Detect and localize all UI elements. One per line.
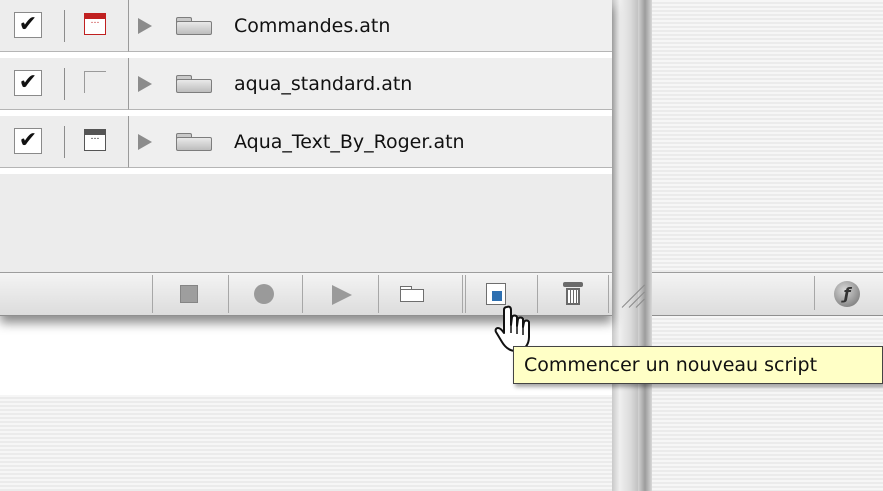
toggle-cells: ✔ …: [0, 116, 128, 168]
play-icon[interactable]: [332, 285, 352, 305]
toggle-checkbox[interactable]: ✔: [14, 12, 42, 38]
folder-icon: [176, 17, 212, 35]
toggle-checkbox[interactable]: ✔: [14, 70, 42, 96]
toggle-cells: ✔: [0, 58, 128, 110]
dialog-red-icon[interactable]: …: [84, 13, 106, 35]
toolbar-divider: [462, 275, 463, 313]
toggle-cells: ✔ …: [0, 0, 128, 52]
cell-divider: [64, 10, 65, 42]
action-set-list: ✔ … Commandes.atn ✔ aqua_standard.atn ✔: [0, 0, 612, 272]
list-item[interactable]: ✔ … Aqua_Text_By_Roger.atn: [0, 116, 612, 168]
folder-icon: [176, 133, 212, 151]
action-set-name: Commandes.atn: [234, 15, 391, 37]
list-item[interactable]: ✔ aqua_standard.atn: [0, 58, 612, 110]
action-set-name: aqua_standard.atn: [234, 73, 413, 95]
new-script-icon[interactable]: [486, 283, 506, 305]
toolbar-divider: [152, 275, 153, 313]
list-empty-area: [0, 174, 612, 272]
trash-icon[interactable]: [563, 282, 583, 306]
toolbar-divider: [814, 276, 815, 310]
cell-divider: [64, 126, 65, 158]
striped-background: [0, 395, 612, 491]
record-icon[interactable]: [254, 284, 274, 304]
toolbar-divider: [537, 275, 538, 313]
stop-icon[interactable]: [180, 285, 198, 303]
window-divider-shadow: [638, 0, 652, 491]
dialog-icon[interactable]: …: [84, 129, 106, 151]
folder-icon: [176, 75, 212, 93]
list-item[interactable]: ✔ … Commandes.atn: [0, 0, 612, 52]
toggle-checkbox[interactable]: ✔: [14, 128, 42, 154]
toolbar-divider: [302, 275, 303, 313]
actions-panel: ✔ … Commandes.atn ✔ aqua_standard.atn ✔: [0, 0, 612, 316]
disclosure-triangle-icon[interactable]: [138, 134, 152, 150]
cell-divider: [64, 68, 65, 100]
dialog-toggle-empty[interactable]: [84, 71, 106, 93]
toolbar-divider: [228, 275, 229, 313]
toolbar-divider: [378, 275, 379, 313]
window-divider: [612, 0, 638, 491]
script-icon[interactable]: ƒ: [834, 281, 860, 307]
disclosure-triangle-icon[interactable]: [138, 76, 152, 92]
action-set-name: Aqua_Text_By_Roger.atn: [234, 131, 465, 153]
toolbar-divider: [608, 275, 609, 313]
new-set-folder-icon[interactable]: [400, 286, 424, 302]
tooltip: Commencer un nouveau script: [513, 346, 883, 384]
resize-grip-icon[interactable]: [618, 280, 646, 308]
disclosure-triangle-icon[interactable]: [138, 18, 152, 34]
right-pane: [652, 0, 883, 491]
toolbar-divider: [465, 275, 466, 313]
